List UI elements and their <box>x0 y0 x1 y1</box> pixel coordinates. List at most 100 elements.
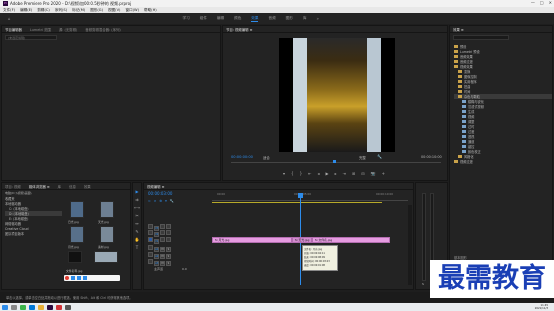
menu-view[interactable]: 视图(V) <box>108 8 120 13</box>
eye-icon[interactable] <box>166 230 171 235</box>
overwrite-icon[interactable]: ⊟ <box>361 171 364 176</box>
quality-dropdown[interactable]: 完整 <box>359 155 366 160</box>
track-target-toggle[interactable] <box>148 237 153 242</box>
more-workspaces-icon[interactable]: » <box>316 16 318 21</box>
play-icon[interactable]: ▶ <box>325 171 328 176</box>
tab-lumetri-scopes[interactable]: Lumetri 范围 <box>30 27 51 32</box>
menu-file[interactable]: 文件(F) <box>3 8 15 13</box>
track-target-toggle[interactable] <box>148 230 153 235</box>
app-icon[interactable] <box>65 304 71 310</box>
playhead-scrubber[interactable] <box>231 162 441 163</box>
tab-effects[interactable]: 效果 ≡ <box>453 27 464 32</box>
tab-sequence[interactable]: 视频编辑 ≡ <box>147 184 164 189</box>
track-label-v1[interactable]: V1 <box>154 239 159 244</box>
lock-icon[interactable] <box>160 224 165 229</box>
media-thumb[interactable] <box>100 201 114 218</box>
solo-button[interactable]: S <box>422 282 424 286</box>
ripple-edit-icon[interactable]: ⟷ <box>134 205 140 210</box>
media-thumb[interactable] <box>70 226 84 243</box>
windows-start-icon[interactable] <box>2 304 8 310</box>
app-icon[interactable] <box>20 304 26 310</box>
insert-icon[interactable]: ⊞ <box>352 171 355 176</box>
media-thumb[interactable] <box>100 226 114 243</box>
type-tool-icon[interactable]: T <box>136 245 138 250</box>
track-target-toggle[interactable] <box>148 252 153 257</box>
menu-window[interactable]: 窗口(W) <box>125 8 139 13</box>
search-icon[interactable] <box>11 304 17 310</box>
program-timecode[interactable]: 00:00:00:00 <box>231 155 253 159</box>
timeline-clip[interactable]: fx 文件名.jpg <box>312 237 390 243</box>
tab-media-browser[interactable]: 媒体浏览器 ≡ <box>29 184 50 189</box>
tab-project[interactable]: 项目: 视频 <box>5 184 21 189</box>
snap-icon[interactable]: ∩ <box>154 199 156 203</box>
mark-in-icon[interactable]: { <box>291 171 294 176</box>
menu-sequence[interactable]: 序列(S) <box>55 8 67 13</box>
menu-edit[interactable]: 编辑(E) <box>20 8 32 13</box>
add-marker-icon[interactable]: ▾ <box>283 171 285 176</box>
lock-icon[interactable] <box>160 237 165 242</box>
tree-team-projects[interactable]: 团队项目版本 <box>5 231 62 236</box>
media-thumb[interactable] <box>94 251 118 263</box>
ime-icon[interactable] <box>71 276 75 280</box>
nest-icon[interactable]: ⊂ <box>148 199 151 203</box>
solo-button[interactable]: S <box>166 261 171 266</box>
workspace-libraries[interactable]: 库 <box>303 16 307 21</box>
fit-dropdown[interactable]: 适合 <box>263 155 270 160</box>
track-target-toggle[interactable] <box>148 259 153 264</box>
hand-tool-icon[interactable]: ✋ <box>135 237 140 242</box>
folder-icon[interactable] <box>38 304 44 310</box>
ime-icon[interactable] <box>77 276 81 280</box>
step-forward-icon[interactable]: ▸ <box>335 171 337 176</box>
app-icon[interactable] <box>56 304 62 310</box>
razor-tool-icon[interactable]: ✂ <box>135 213 138 218</box>
maximize-button[interactable]: □ <box>540 0 544 5</box>
close-button[interactable]: ✕ <box>549 0 552 5</box>
work-area-bar[interactable] <box>212 202 382 203</box>
workspace-audio[interactable]: 音频 <box>268 16 275 21</box>
workspace-editing[interactable]: 编辑 <box>217 16 224 21</box>
export-frame-icon[interactable]: 📷 <box>371 171 376 176</box>
pen-tool-icon[interactable]: ✎ <box>135 229 138 234</box>
clock[interactable]: 11:45 2021/11/3 <box>535 304 548 310</box>
linked-selection-icon[interactable]: ⊗ <box>159 199 162 203</box>
mark-out-icon[interactable]: } <box>300 171 303 176</box>
effects-search-input[interactable] <box>453 35 509 40</box>
step-back-icon[interactable]: ◂ <box>317 171 319 176</box>
menu-graphics[interactable]: 图形(G) <box>90 8 103 13</box>
tab-audio-mixer[interactable]: 音频剪辑混合器: (序列) <box>85 27 120 32</box>
lock-icon[interactable] <box>160 230 165 235</box>
slip-tool-icon[interactable]: ↔ <box>135 221 138 226</box>
eye-icon[interactable] <box>166 237 171 242</box>
ime-icon[interactable] <box>83 276 87 280</box>
workspace-learn[interactable]: 学习 <box>183 16 190 21</box>
effect-folder[interactable]: 视频过渡 <box>454 159 552 164</box>
go-to-in-icon[interactable]: ⇤ <box>308 171 311 176</box>
track-label-a3[interactable]: A3 <box>154 261 159 266</box>
menu-markers[interactable]: 标记(M) <box>72 8 85 13</box>
button-editor-icon[interactable]: + <box>382 171 385 176</box>
workspace-assembly[interactable]: 组件 <box>200 16 207 21</box>
premiere-taskbar-icon[interactable] <box>47 304 53 310</box>
timeline-settings-icon[interactable]: 🔧 <box>170 199 174 203</box>
media-thumb[interactable] <box>68 251 82 263</box>
add-marker-icon[interactable]: ▾ <box>165 199 167 203</box>
timeline-ruler[interactable] <box>212 197 408 201</box>
media-thumb[interactable] <box>70 201 84 218</box>
edge-icon[interactable] <box>29 304 35 310</box>
track-target-toggle[interactable] <box>148 224 153 229</box>
master-track-value[interactable]: 0.0 <box>182 267 187 271</box>
tab-info[interactable]: 信息 <box>69 184 76 189</box>
timeline-timecode[interactable]: 00:00:03:00 <box>148 191 172 196</box>
timeline-scrollbar[interactable] <box>408 205 412 285</box>
playhead-marker[interactable] <box>333 160 336 163</box>
track-select-icon[interactable]: ⇉ <box>135 197 138 202</box>
playhead-handle[interactable] <box>298 193 303 198</box>
ime-logo-icon[interactable] <box>65 276 69 280</box>
tab-effects-small[interactable]: 效果 <box>84 184 91 189</box>
selection-tool-icon[interactable]: ▶ <box>135 189 138 194</box>
menu-help[interactable]: 帮助(H) <box>144 8 157 13</box>
tab-source[interactable]: 源: (无剪辑) <box>59 27 77 32</box>
workspace-color[interactable]: 颜色 <box>234 16 241 21</box>
minimize-button[interactable]: — <box>531 0 535 5</box>
home-icon[interactable]: ⌂ <box>8 16 11 21</box>
